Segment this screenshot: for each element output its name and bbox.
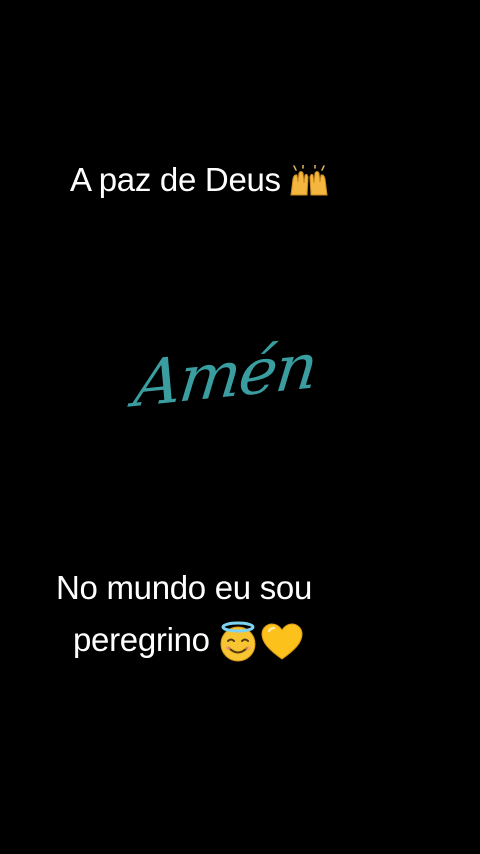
smiling-face-with-halo-icon <box>216 620 260 664</box>
raising-hands-icon <box>287 165 331 199</box>
amen-script-text: Amén <box>130 329 320 423</box>
caption-bottom-line2: peregrino <box>73 618 304 664</box>
caption-bottom-line2-text: peregrino <box>73 621 210 658</box>
amen-artwork: Amén <box>131 306 320 446</box>
yellow-heart-icon <box>260 622 304 662</box>
caption-bottom-line1: No mundo eu sou <box>56 566 312 610</box>
caption-bottom-line1-text: No mundo eu sou <box>56 569 313 606</box>
caption-top-text: A paz de Deus <box>70 161 281 198</box>
caption-top: A paz de Deus <box>70 158 331 202</box>
video-frame: A paz de Deus Amén No mundo eu sou pereg… <box>0 0 480 854</box>
